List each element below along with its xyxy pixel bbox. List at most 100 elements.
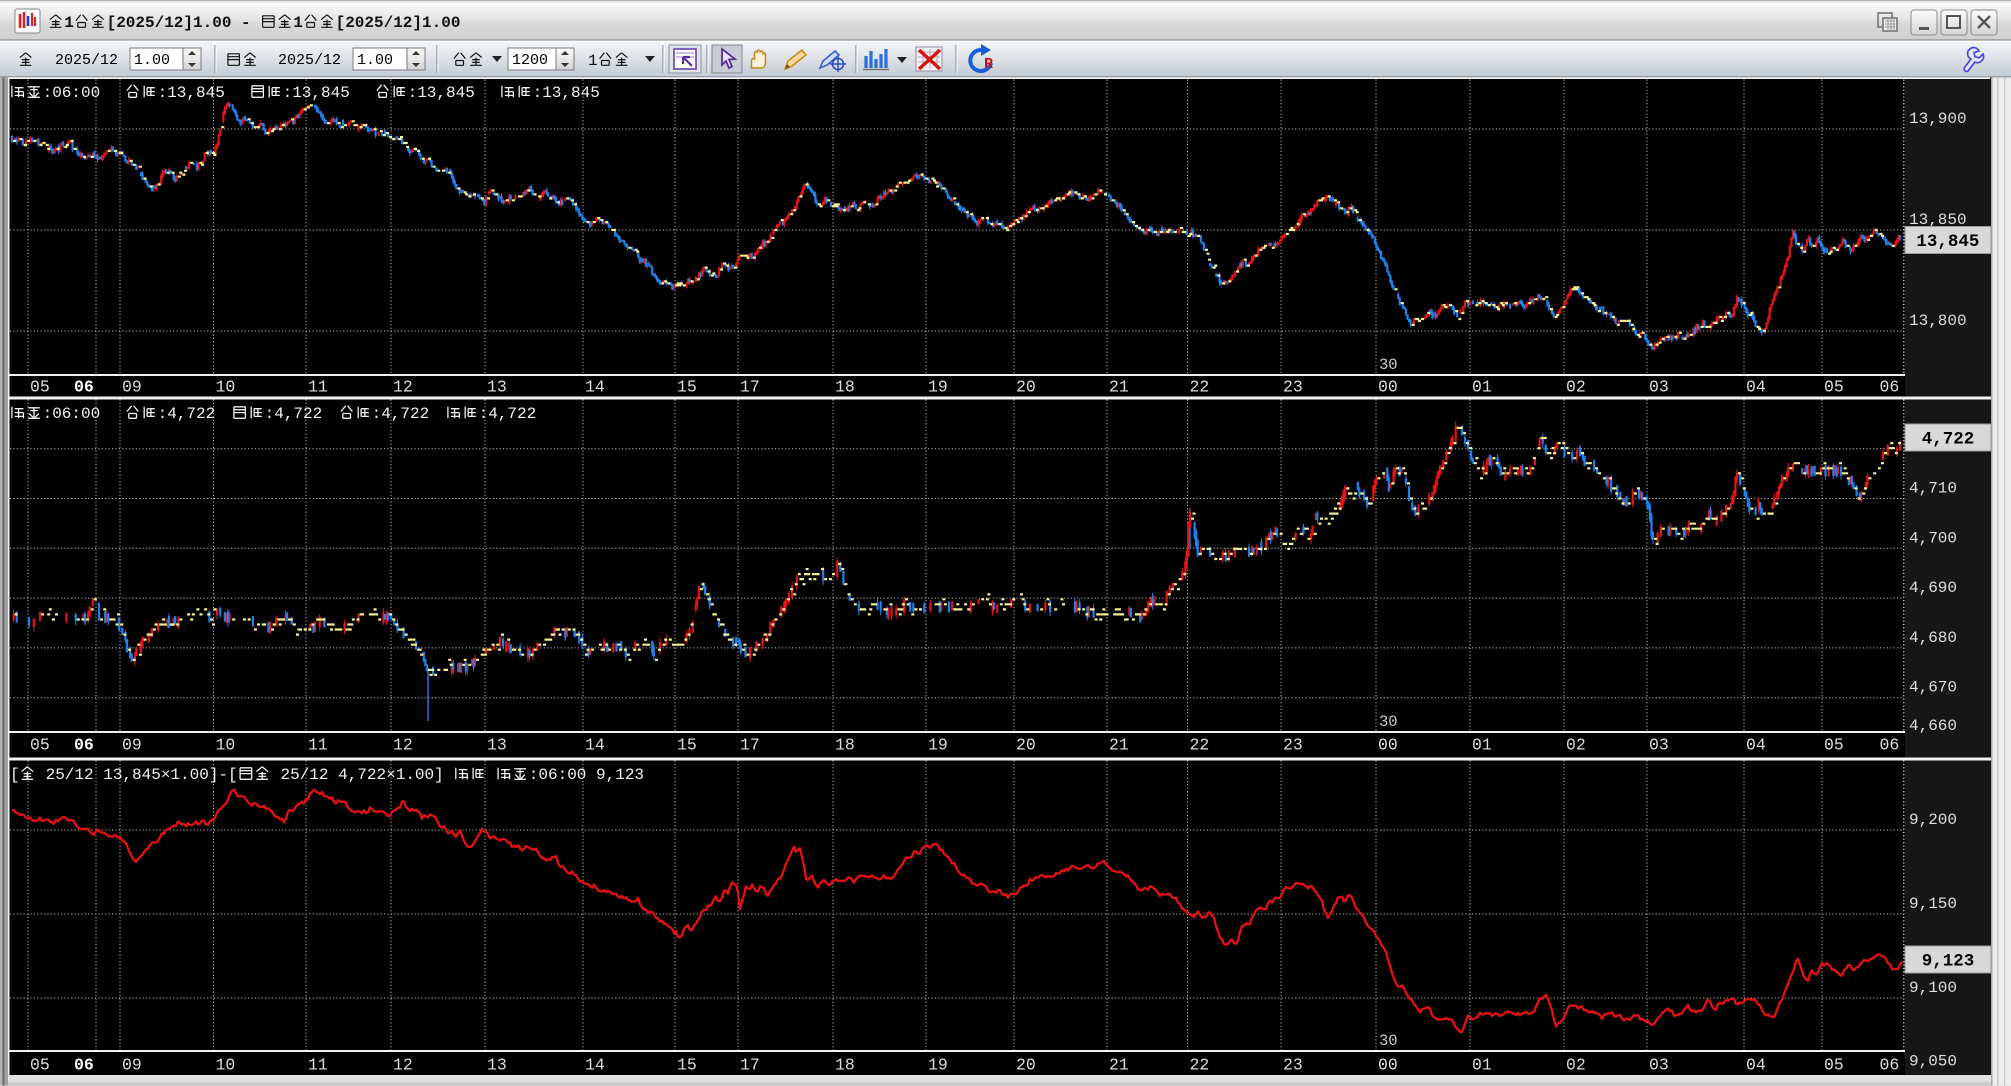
svg-text:05: 05	[30, 1056, 50, 1075]
svg-text:1.00: 1.00	[134, 52, 170, 69]
svg-text:03: 03	[1649, 1056, 1669, 1075]
svg-text:22: 22	[1190, 736, 1210, 755]
svg-text:19: 19	[928, 1056, 948, 1075]
svg-text:02: 02	[1566, 378, 1586, 397]
svg-text:02: 02	[1566, 736, 1586, 755]
svg-text:04: 04	[1746, 736, 1766, 755]
svg-text:21: 21	[1109, 1056, 1129, 1075]
svg-text:1: 1	[293, 14, 303, 32]
svg-text:21: 21	[1109, 736, 1129, 755]
svg-text:00: 00	[1378, 378, 1398, 397]
svg-text:[: [	[10, 766, 20, 784]
svg-text:23: 23	[1283, 736, 1303, 755]
svg-text:13: 13	[487, 378, 507, 397]
svg-text:9,123: 9,123	[1922, 952, 1975, 972]
svg-text:05: 05	[1824, 736, 1844, 755]
svg-text:R: R	[984, 56, 993, 73]
svg-text:1200: 1200	[512, 52, 548, 69]
svg-text:17: 17	[740, 378, 760, 397]
svg-text:05: 05	[1824, 1056, 1844, 1075]
svg-text:22: 22	[1190, 1056, 1210, 1075]
svg-text:4,680: 4,680	[1909, 629, 1957, 647]
svg-text:15: 15	[677, 1056, 697, 1075]
svg-text:13,845: 13,845	[1916, 232, 1979, 252]
svg-text:05: 05	[30, 736, 50, 755]
svg-text:30: 30	[1379, 356, 1398, 374]
svg-text:17: 17	[740, 736, 760, 755]
svg-text:03: 03	[1649, 736, 1669, 755]
svg-text:00: 00	[1378, 736, 1398, 755]
svg-text:14: 14	[585, 1056, 605, 1075]
svg-text:06: 06	[1880, 736, 1900, 755]
svg-text:10: 10	[216, 736, 236, 755]
svg-text:19: 19	[928, 378, 948, 397]
svg-text:9,050: 9,050	[1909, 1053, 1957, 1071]
svg-text::13,845: :13,845	[158, 84, 225, 102]
svg-text:11: 11	[308, 736, 328, 755]
svg-text:9,200: 9,200	[1909, 811, 1957, 829]
svg-text:20: 20	[1016, 1056, 1036, 1075]
svg-text:10: 10	[216, 378, 236, 397]
svg-text:[2025/12]1.00: [2025/12]1.00	[336, 14, 461, 32]
svg-text:06: 06	[74, 736, 94, 755]
svg-text:22: 22	[1190, 378, 1210, 397]
svg-text:13: 13	[487, 1056, 507, 1075]
svg-text:09: 09	[122, 736, 142, 755]
svg-text:18: 18	[835, 736, 855, 755]
svg-text:11: 11	[308, 378, 328, 397]
svg-text:23: 23	[1283, 1056, 1303, 1075]
svg-text:17: 17	[740, 1056, 760, 1075]
svg-text:00: 00	[1378, 1056, 1398, 1075]
svg-text:13,900: 13,900	[1909, 110, 1967, 128]
svg-text:21: 21	[1109, 378, 1129, 397]
svg-text::4,722: :4,722	[479, 405, 537, 423]
svg-text:18: 18	[835, 1056, 855, 1075]
svg-text:02: 02	[1566, 1056, 1586, 1075]
svg-text:25/12 13,845×1.00]-[: 25/12 13,845×1.00]-[	[36, 766, 238, 784]
svg-text:04: 04	[1746, 1056, 1766, 1075]
svg-text:25/12 4,722×1.00]: 25/12 4,722×1.00]	[271, 766, 453, 784]
svg-text:19: 19	[928, 736, 948, 755]
svg-text:13: 13	[487, 736, 507, 755]
svg-text:1: 1	[588, 52, 598, 70]
svg-text:01: 01	[1472, 378, 1492, 397]
svg-text:18: 18	[835, 378, 855, 397]
svg-text:4,660: 4,660	[1909, 717, 1957, 735]
svg-text::06:00: :06:00	[43, 84, 101, 102]
svg-text:1.00: 1.00	[357, 52, 393, 69]
svg-text:4,700: 4,700	[1909, 529, 1957, 547]
svg-text:03: 03	[1649, 378, 1669, 397]
svg-text:06: 06	[74, 1056, 94, 1075]
svg-text:20: 20	[1016, 736, 1036, 755]
svg-text:30: 30	[1379, 713, 1398, 731]
svg-text:4,690: 4,690	[1909, 579, 1957, 597]
svg-text:11: 11	[308, 1056, 328, 1075]
svg-text:23: 23	[1283, 378, 1303, 397]
svg-text:09: 09	[122, 1056, 142, 1075]
svg-text:1: 1	[64, 14, 74, 32]
svg-text::4,722: :4,722	[372, 405, 430, 423]
svg-text:05: 05	[1824, 378, 1844, 397]
svg-text:9,100: 9,100	[1909, 979, 1957, 997]
svg-text:10: 10	[216, 1056, 236, 1075]
svg-text:4,710: 4,710	[1909, 480, 1957, 498]
svg-text:06: 06	[1880, 1056, 1900, 1075]
svg-text:05: 05	[30, 378, 50, 397]
svg-text:9,150: 9,150	[1909, 895, 1957, 913]
svg-text::06:00 9,123: :06:00 9,123	[529, 766, 644, 784]
svg-text:12: 12	[393, 736, 413, 755]
svg-text:30: 30	[1379, 1032, 1398, 1050]
svg-text:06: 06	[74, 378, 94, 397]
svg-text:20: 20	[1016, 378, 1036, 397]
svg-text:4,722: 4,722	[1922, 430, 1975, 450]
svg-text:12: 12	[393, 378, 413, 397]
svg-text::13,845: :13,845	[533, 84, 600, 102]
svg-text:14: 14	[585, 736, 605, 755]
svg-text::13,845: :13,845	[408, 84, 475, 102]
svg-text:01: 01	[1472, 1056, 1492, 1075]
svg-text:06: 06	[1880, 378, 1900, 397]
svg-text:2025/12: 2025/12	[278, 52, 341, 69]
svg-text:13,800: 13,800	[1909, 312, 1967, 330]
svg-text::4,722: :4,722	[158, 405, 216, 423]
svg-text:[2025/12]1.00 -: [2025/12]1.00 -	[107, 14, 261, 32]
